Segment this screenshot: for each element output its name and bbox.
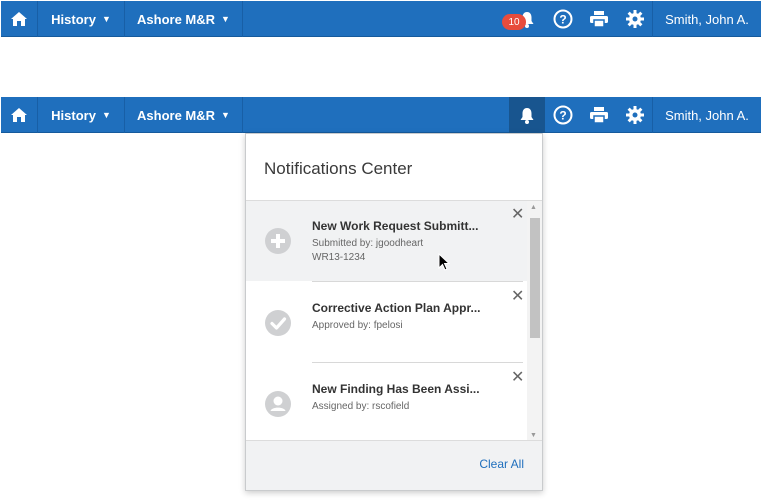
top-navbar: History ▼ Ashore M&R ▼ ? Smith, John A. bbox=[1, 1, 761, 37]
svg-text:?: ? bbox=[559, 109, 566, 123]
user-menu[interactable]: Smith, John A. bbox=[652, 97, 761, 133]
scroll-down-icon[interactable]: ▼ bbox=[530, 432, 537, 439]
notification-item[interactable]: New Finding Has Been Assi... Assigned by… bbox=[246, 364, 527, 444]
printer-icon bbox=[590, 107, 608, 123]
svg-text:?: ? bbox=[559, 13, 566, 27]
notification-title: Corrective Action Plan Appr... bbox=[312, 301, 481, 315]
notification-count-badge: 10 bbox=[502, 14, 526, 30]
mouse-cursor-icon bbox=[438, 253, 450, 271]
settings-button[interactable] bbox=[617, 97, 653, 133]
settings-button[interactable] bbox=[617, 1, 653, 37]
panel-title: Notifications Center bbox=[264, 159, 413, 178]
site-menu-label: Ashore M&R bbox=[137, 107, 216, 123]
chevron-down-icon: ▼ bbox=[221, 14, 230, 24]
close-icon[interactable]: ✕ bbox=[511, 370, 524, 386]
home-icon bbox=[11, 12, 27, 26]
scroll-up-icon[interactable]: ▲ bbox=[530, 204, 537, 211]
gear-icon bbox=[626, 10, 644, 28]
notification-detail: Assigned by: rscofield bbox=[312, 401, 410, 412]
divider bbox=[312, 281, 523, 282]
notification-title: New Work Request Submitt... bbox=[312, 219, 479, 233]
site-menu[interactable]: Ashore M&R ▼ bbox=[125, 1, 243, 37]
home-button[interactable] bbox=[1, 1, 38, 37]
chevron-down-icon: ▼ bbox=[101, 14, 111, 24]
notification-item[interactable]: Corrective Action Plan Appr... Approved … bbox=[246, 283, 527, 363]
site-menu[interactable]: Ashore M&R ▼ bbox=[125, 97, 243, 133]
notification-title: New Finding Has Been Assi... bbox=[312, 382, 480, 396]
user-circle-icon bbox=[265, 391, 291, 417]
notification-detail: Approved by: fpelosi bbox=[312, 320, 403, 331]
panel-footer: Clear All bbox=[246, 440, 542, 490]
bell-icon bbox=[520, 107, 534, 124]
notification-reference: WR13-1234 bbox=[312, 252, 366, 263]
scrollbar[interactable]: ▲ ▼ bbox=[527, 201, 542, 442]
user-menu[interactable]: Smith, John A. bbox=[652, 1, 761, 37]
help-icon: ? bbox=[553, 105, 573, 125]
help-button[interactable]: ? bbox=[545, 1, 581, 37]
history-menu-label: History bbox=[51, 11, 96, 27]
notification-item[interactable]: New Work Request Submitt... Submitted by… bbox=[246, 201, 527, 281]
printer-icon bbox=[590, 11, 608, 27]
home-button[interactable] bbox=[1, 97, 38, 133]
close-icon[interactable]: ✕ bbox=[511, 289, 524, 305]
divider bbox=[312, 362, 523, 363]
history-menu[interactable]: History ▼ bbox=[38, 97, 125, 133]
site-menu-label: Ashore M&R bbox=[137, 11, 216, 27]
gear-icon bbox=[626, 106, 644, 124]
notifications-button-active[interactable] bbox=[509, 97, 545, 133]
print-button[interactable] bbox=[581, 1, 617, 37]
close-icon[interactable]: ✕ bbox=[511, 207, 524, 223]
plus-circle-icon bbox=[265, 228, 291, 254]
top-navbar-expanded: History ▼ Ashore M&R ▼ ? Smith, John A. bbox=[1, 97, 761, 133]
user-name: Smith, John A. bbox=[665, 107, 749, 123]
notifications-center-panel: Notifications Center New Work Request Su… bbox=[245, 133, 543, 491]
scrollbar-thumb[interactable] bbox=[530, 218, 540, 338]
history-menu[interactable]: History ▼ bbox=[38, 1, 125, 37]
chevron-down-icon: ▼ bbox=[101, 110, 111, 120]
chevron-down-icon: ▼ bbox=[221, 110, 230, 120]
user-name: Smith, John A. bbox=[665, 11, 749, 27]
notification-detail: Submitted by: jgoodheart bbox=[312, 238, 424, 249]
history-menu-label: History bbox=[51, 107, 96, 123]
home-icon bbox=[11, 108, 27, 122]
help-button[interactable]: ? bbox=[545, 97, 581, 133]
help-icon: ? bbox=[553, 9, 573, 29]
print-button[interactable] bbox=[581, 97, 617, 133]
clear-all-link[interactable]: Clear All bbox=[479, 457, 524, 471]
check-circle-icon bbox=[265, 310, 291, 336]
